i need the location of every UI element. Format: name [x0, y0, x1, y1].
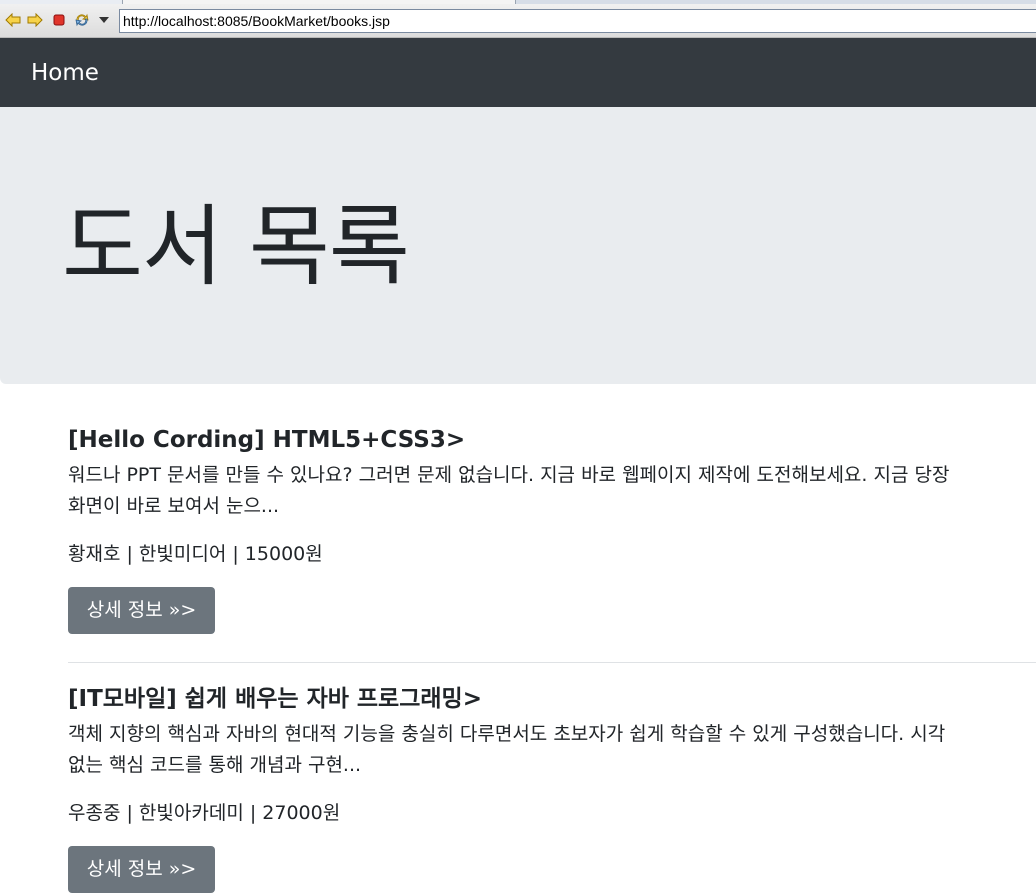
divider: [68, 662, 1036, 663]
address-bar[interactable]: http://localhost:8085/BookMarket/books.j…: [119, 9, 1036, 33]
book-description-line: 화면이 바로 보여서 눈으...: [68, 495, 280, 517]
book-title: [IT모바일] 쉽게 배우는 자바 프로그래밍>: [68, 686, 482, 712]
forward-arrow-icon[interactable]: [26, 11, 44, 29]
stop-icon[interactable]: [50, 11, 68, 29]
book-meta: 우종중 | 한빛아카데미 | 27000원: [68, 802, 341, 824]
page-title: 도서 목록: [62, 195, 410, 298]
book-description: 객체 지향의 핵심과 자바의 현대적 기능을 충실히 다루면서도 초보자가 쉽게…: [68, 719, 1036, 781]
tab-strip: [0, 0, 1036, 4]
refresh-icon[interactable]: [73, 11, 91, 29]
dropdown-arrow-icon[interactable]: [95, 11, 113, 29]
book-description-line: 객체 지향의 핵심과 자바의 현대적 기능을 충실히 다루면서도 초보자가 쉽게…: [68, 723, 946, 745]
book-description: 워드나 PPT 문서를 만들 수 있나요? 그러면 문제 없습니다. 지금 바로…: [68, 460, 1036, 522]
browser-toolbar: http://localhost:8085/BookMarket/books.j…: [0, 0, 1036, 38]
book-description-line: 없는 핵심 코드를 통해 개념과 구현...: [68, 754, 362, 776]
tab-active[interactable]: [122, 0, 516, 4]
tab[interactable]: [0, 0, 122, 4]
detail-button[interactable]: 상세 정보 »>: [68, 587, 215, 634]
home-link[interactable]: Home: [31, 58, 99, 88]
jumbotron: 도서 목록: [0, 107, 1036, 384]
book-meta: 황재호 | 한빛미디어 | 15000원: [68, 543, 323, 565]
detail-button[interactable]: 상세 정보 »>: [68, 846, 215, 893]
tab[interactable]: [516, 0, 1036, 4]
top-navbar: Home: [0, 38, 1036, 107]
book-title: [Hello Cording] HTML5+CSS3>: [68, 427, 466, 453]
back-arrow-icon[interactable]: [4, 11, 22, 29]
book-description-line: 워드나 PPT 문서를 만들 수 있나요? 그러면 문제 없습니다. 지금 바로…: [68, 464, 950, 486]
book-item: [Hello Cording] HTML5+CSS3> 워드나 PPT 문서를 …: [68, 425, 1036, 634]
